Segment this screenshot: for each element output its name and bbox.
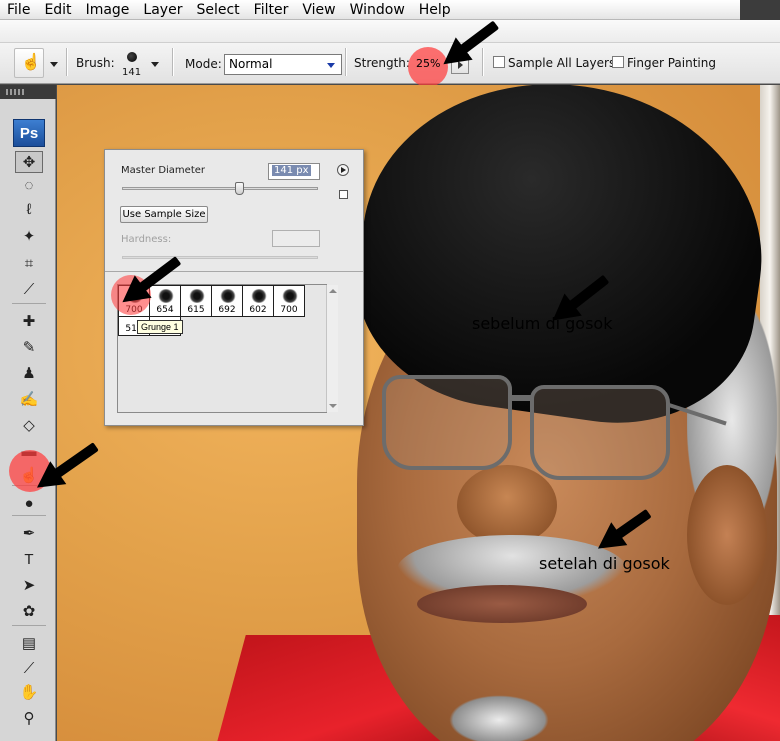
type-tool-icon[interactable]: T xyxy=(15,548,43,570)
finger-painting-label: Finger Painting xyxy=(627,56,716,70)
master-diameter-slider[interactable] xyxy=(122,187,318,190)
hardness-input xyxy=(272,230,320,247)
divider xyxy=(172,48,173,76)
strength-value: 25% xyxy=(416,57,441,70)
menu-window[interactable]: Window xyxy=(343,0,412,20)
hardness-label: Hardness: xyxy=(121,234,172,245)
brush-preview-icon[interactable] xyxy=(127,52,137,62)
eraser-tool-icon[interactable]: ◇ xyxy=(15,414,43,436)
panel-menu-icon[interactable] xyxy=(337,164,349,176)
move-tool-icon[interactable]: ✥ xyxy=(15,151,43,173)
menu-bar: File Edit Image Layer Select Filter View Window… xyxy=(0,0,780,20)
tool-divider xyxy=(12,625,46,626)
menu-layer[interactable]: Layer xyxy=(136,0,189,20)
use-sample-size-button[interactable]: Use Sample Size xyxy=(120,206,208,223)
pen-tool-icon[interactable]: ✒ xyxy=(15,522,43,544)
brush-preset-size: 602 xyxy=(249,305,267,315)
divider xyxy=(345,48,346,76)
sample-all-layers-label: Sample All Layers xyxy=(508,56,616,70)
notes-tool-icon[interactable]: ▤ xyxy=(15,632,43,654)
healing-brush-tool-icon[interactable]: ✚ xyxy=(15,310,43,332)
master-diameter-label: Master Diameter xyxy=(121,165,206,176)
shape-tool-icon[interactable]: ✿ xyxy=(15,600,43,622)
marquee-tool-icon[interactable]: ◌ xyxy=(15,174,43,196)
brush-preset-size: 615 xyxy=(187,305,205,315)
clone-stamp-tool-icon[interactable]: ♟ xyxy=(15,362,43,384)
divider xyxy=(66,48,67,76)
brush-grid-scrollbar[interactable] xyxy=(326,285,338,412)
path-selection-tool-icon[interactable]: ➤ xyxy=(15,574,43,596)
tool-divider xyxy=(12,515,46,516)
brush-tip-icon xyxy=(220,289,236,303)
photo-beard xyxy=(449,695,549,741)
lasso-tool-icon[interactable]: ℓ xyxy=(15,198,43,220)
brush-preset[interactable]: 692 xyxy=(211,285,243,317)
photo-ear xyxy=(687,465,767,605)
menu-filter[interactable]: Filter xyxy=(247,0,296,20)
chevron-down-icon[interactable] xyxy=(50,62,58,67)
history-brush-tool-icon[interactable]: ✍ xyxy=(15,388,43,410)
mode-select[interactable]: Normal xyxy=(224,54,342,75)
brush-preset-size: 692 xyxy=(218,305,236,315)
menu-image[interactable]: Image xyxy=(79,0,137,20)
photo-lips xyxy=(417,585,587,623)
photo-nose xyxy=(457,465,557,545)
scroll-up-icon[interactable] xyxy=(329,289,337,293)
menu-edit[interactable]: Edit xyxy=(37,0,78,20)
mode-label: Mode: xyxy=(185,57,222,71)
menu-select[interactable]: Select xyxy=(189,0,246,20)
photo-glasses-right-lens xyxy=(530,385,670,480)
window-frame-strip xyxy=(740,0,780,20)
brush-preset[interactable]: 602 xyxy=(242,285,274,317)
sample-all-layers-checkbox[interactable] xyxy=(493,56,505,68)
brush-preset[interactable]: 654 xyxy=(149,285,181,317)
eyedropper-slice-tool-icon[interactable]: ⟋ xyxy=(15,278,43,300)
smudge-preset-icon: ☝ xyxy=(21,54,41,71)
grip-icon xyxy=(6,89,24,95)
brush-size-value: 141 xyxy=(122,67,142,78)
master-diameter-slider-thumb[interactable] xyxy=(235,182,244,195)
options-bar-top xyxy=(0,20,780,42)
brush-preset[interactable]: 615 xyxy=(180,285,212,317)
photo-glasses-bridge xyxy=(512,395,532,401)
master-diameter-input[interactable]: 141 px xyxy=(268,163,320,180)
brush-preset-size: 654 xyxy=(156,305,174,315)
chevron-down-icon xyxy=(327,63,335,68)
zoom-tool-icon[interactable]: ⚲ xyxy=(15,707,43,729)
caption-before: sebelum di gosok xyxy=(472,314,613,333)
divider xyxy=(482,48,483,76)
save-preset-icon[interactable] xyxy=(339,190,348,199)
magic-wand-tool-icon[interactable]: ✦ xyxy=(15,225,43,247)
brush-tooltip: Grunge 1 xyxy=(137,320,183,334)
hand-tool-icon[interactable]: ✋ xyxy=(15,681,43,703)
brush-preset[interactable]: 700 xyxy=(273,285,305,317)
brush-tip-icon xyxy=(158,289,174,303)
toolbox-header[interactable] xyxy=(0,85,56,99)
panel-divider xyxy=(105,271,363,272)
master-diameter-value: 141 px xyxy=(272,165,311,176)
tool-divider xyxy=(12,303,46,304)
brush-tip-icon xyxy=(189,289,205,303)
brush-tool-icon[interactable]: ✎ xyxy=(15,336,43,358)
crop-tool-icon[interactable]: ⌗ xyxy=(15,252,43,274)
hardness-slider xyxy=(122,256,318,259)
tool-preset-picker[interactable]: ☝ xyxy=(14,48,44,78)
menu-file[interactable]: File xyxy=(0,0,37,20)
brush-preset-size: 700 xyxy=(280,305,298,315)
scroll-down-icon[interactable] xyxy=(329,404,337,408)
photo-glasses-left-lens xyxy=(382,375,512,470)
menu-view[interactable]: View xyxy=(295,0,342,20)
brush-tip-icon xyxy=(282,289,298,303)
dodge-tool-icon[interactable]: ● xyxy=(15,492,43,514)
eyedropper-tool-icon[interactable]: ⟋ xyxy=(15,657,43,679)
brush-tip-icon xyxy=(251,289,267,303)
menu-help[interactable]: Help xyxy=(412,0,458,20)
brush-picker-chevron-icon[interactable] xyxy=(151,62,159,67)
brush-label: Brush: xyxy=(76,56,115,70)
mode-select-value: Normal xyxy=(229,57,273,71)
photoshop-logo[interactable]: Ps xyxy=(13,119,45,147)
strength-label: Strength: xyxy=(354,56,410,70)
finger-painting-checkbox[interactable] xyxy=(612,56,624,68)
